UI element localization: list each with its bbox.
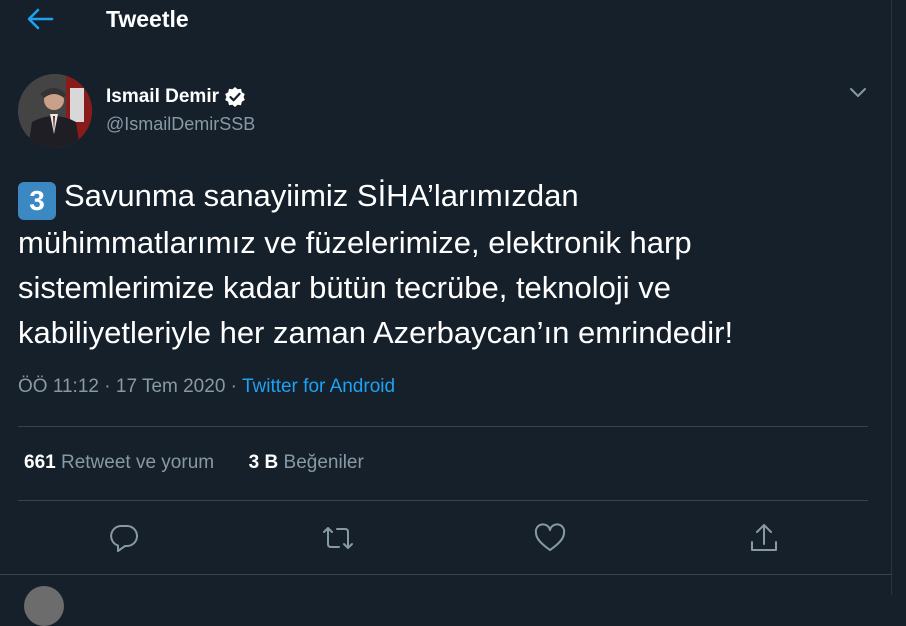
author-name[interactable]: Ismail Demir xyxy=(106,86,219,108)
divider xyxy=(18,426,868,427)
tweet-actions xyxy=(0,518,892,558)
meta-separator: · xyxy=(225,376,242,397)
retweet-icon[interactable] xyxy=(318,518,358,558)
author-handle[interactable]: @IsmailDemirSSB xyxy=(106,114,255,135)
divider xyxy=(0,574,892,575)
tweet-line: sistemlerimize kadar bütün tecrübe, tekn… xyxy=(18,270,672,305)
reply-icon[interactable] xyxy=(104,518,144,558)
page-title: Tweetle xyxy=(106,6,189,32)
tweet-text: 3 Savunma sanayiimiz SİHA’larımızdan mühi… xyxy=(18,173,868,355)
tweet-line: Savunma sanayiimiz SİHA’larımızdan xyxy=(64,178,579,213)
chevron-down-icon[interactable] xyxy=(846,82,870,102)
tweet-date[interactable]: 17 Tem 2020 xyxy=(116,376,226,397)
tweet-line: kabiliyetleriyle her zaman Azerbaycan’ın… xyxy=(18,315,734,350)
keycap-number-emoji: 3 xyxy=(18,182,56,220)
likes-stat[interactable]: 3 B Beğeniler xyxy=(249,452,364,473)
timeline-border xyxy=(891,0,892,595)
tweet-line: mühimmatlarımız ve füzelerimize, elektro… xyxy=(18,225,692,260)
tweet-source-link[interactable]: Twitter for Android xyxy=(242,376,395,397)
author-row: Ismail Demir xyxy=(106,84,246,110)
meta-separator: · xyxy=(98,376,116,397)
tweet-time[interactable]: ÖÖ 11:12 xyxy=(18,376,99,397)
likes-label: Beğeniler xyxy=(278,452,364,473)
heart-icon[interactable] xyxy=(530,518,570,558)
page-header: Tweetle xyxy=(0,0,892,42)
retweets-stat[interactable]: 661 Retweet ve yorum xyxy=(24,452,214,473)
avatar[interactable] xyxy=(18,74,92,148)
share-icon[interactable] xyxy=(744,518,784,558)
likes-count: 3 B xyxy=(248,452,279,473)
verified-badge-icon xyxy=(224,86,246,108)
divider xyxy=(18,500,868,501)
arrow-left-icon[interactable] xyxy=(26,7,54,31)
retweets-label: Retweet ve yorum xyxy=(55,452,215,473)
tweet-stats: 661 Retweet ve yorum 3 B Beğeniler xyxy=(24,452,364,474)
retweets-count: 661 xyxy=(24,452,56,473)
tweet-meta: ÖÖ 11:12 · 17 Tem 2020 · Twitter for And… xyxy=(18,376,395,398)
avatar[interactable] xyxy=(24,586,64,626)
